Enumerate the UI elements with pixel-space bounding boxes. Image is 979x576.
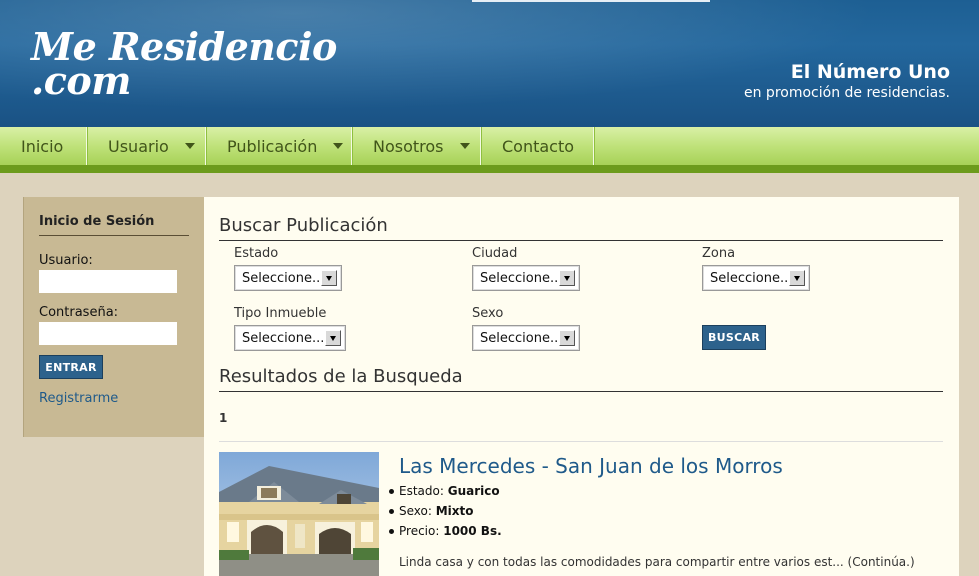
result-estado-label: Estado:: [399, 484, 444, 498]
zona-label: Zona: [702, 246, 736, 261]
logo-line2: .com: [31, 58, 131, 103]
result-description: Linda casa y con todas las comodidades p…: [399, 555, 915, 569]
tipo-select[interactable]: Seleccione...: [234, 325, 346, 351]
result-sexo: Sexo: Mixto: [385, 501, 502, 521]
password-input[interactable]: [39, 322, 177, 345]
nav-item-contacto[interactable]: Contacto: [481, 127, 594, 165]
zona-select[interactable]: Seleccione...: [702, 265, 810, 291]
main-nav: Inicio Usuario Publicación Nosotros Cont…: [0, 127, 979, 165]
results-divider: [219, 441, 943, 442]
result-sexo-value: Mixto: [435, 504, 474, 518]
results-title: Resultados de la Busqueda: [219, 366, 943, 392]
house-photo: [219, 452, 379, 576]
dropdown-arrow-icon: [184, 143, 195, 149]
tipo-label: Tipo Inmueble: [234, 306, 327, 321]
select-arrow-icon: [559, 270, 575, 286]
nav-item-usuario[interactable]: Usuario: [87, 127, 206, 165]
ciudad-value: Seleccione...: [480, 270, 563, 286]
main-content: Buscar Publicación Estado Seleccione... …: [204, 197, 959, 576]
nav-label: Contacto: [502, 136, 575, 156]
result-precio-value: 1000 Bs.: [443, 524, 502, 538]
site-header: Me Residencio .com El Número Uno en prom…: [0, 0, 979, 127]
ciudad-select[interactable]: Seleccione...: [472, 265, 580, 291]
login-panel: Inicio de Sesión Usuario: Contraseña: EN…: [23, 197, 204, 437]
result-title-link[interactable]: Las Mercedes - San Juan de los Morros: [399, 454, 783, 478]
username-label: Usuario:: [39, 253, 93, 268]
sexo-value: Seleccione...: [480, 330, 563, 346]
tipo-value: Seleccione...: [242, 330, 325, 346]
property-thumbnail[interactable]: [219, 452, 379, 576]
nav-item-publicacion[interactable]: Publicación: [206, 127, 352, 165]
result-sexo-label: Sexo:: [399, 504, 432, 518]
nav-bottom-bar: [0, 165, 979, 173]
nav-label: Usuario: [108, 136, 169, 156]
page-number-link[interactable]: 1: [219, 411, 227, 425]
username-input[interactable]: [39, 270, 177, 293]
result-details: Estado: Guarico Sexo: Mixto Precio: 1000…: [385, 481, 502, 541]
estado-value: Seleccione...: [242, 270, 325, 286]
result-estado: Estado: Guarico: [385, 481, 502, 501]
tagline-title: El Número Uno: [790, 61, 950, 83]
nav-item-inicio[interactable]: Inicio: [0, 127, 87, 165]
tagline: El Número Uno en promoción de residencia…: [744, 60, 950, 102]
ciudad-label: Ciudad: [472, 246, 518, 261]
register-link[interactable]: Registrarme: [39, 391, 118, 406]
estado-label: Estado: [234, 246, 279, 261]
top-strip: [472, 0, 710, 2]
result-estado-value: Guarico: [447, 484, 500, 498]
select-arrow-icon: [789, 270, 805, 286]
dropdown-arrow-icon: [459, 143, 470, 149]
nav-label: Inicio: [21, 136, 64, 156]
password-label: Contraseña:: [39, 305, 119, 320]
select-arrow-icon: [559, 330, 575, 346]
search-title: Buscar Publicación: [219, 215, 943, 241]
site-logo[interactable]: Me Residencio .com: [31, 28, 337, 103]
select-arrow-icon: [321, 270, 337, 286]
nav-label: Nosotros: [373, 136, 444, 156]
search-button[interactable]: BUSCAR: [702, 325, 766, 350]
sexo-select[interactable]: Seleccione...: [472, 325, 580, 351]
login-title: Inicio de Sesión: [39, 214, 189, 236]
zona-value: Seleccione...: [710, 270, 793, 286]
result-precio: Precio: 1000 Bs.: [385, 521, 502, 541]
result-precio-label: Precio:: [399, 524, 440, 538]
select-arrow-icon: [325, 330, 341, 346]
nav-label: Publicación: [227, 136, 318, 156]
estado-select[interactable]: Seleccione...: [234, 265, 342, 291]
dropdown-arrow-icon: [333, 143, 344, 149]
login-button[interactable]: ENTRAR: [39, 355, 103, 379]
nav-item-nosotros[interactable]: Nosotros: [352, 127, 481, 165]
tagline-subtitle: en promoción de residencias.: [744, 85, 950, 101]
sexo-label: Sexo: [472, 306, 504, 321]
